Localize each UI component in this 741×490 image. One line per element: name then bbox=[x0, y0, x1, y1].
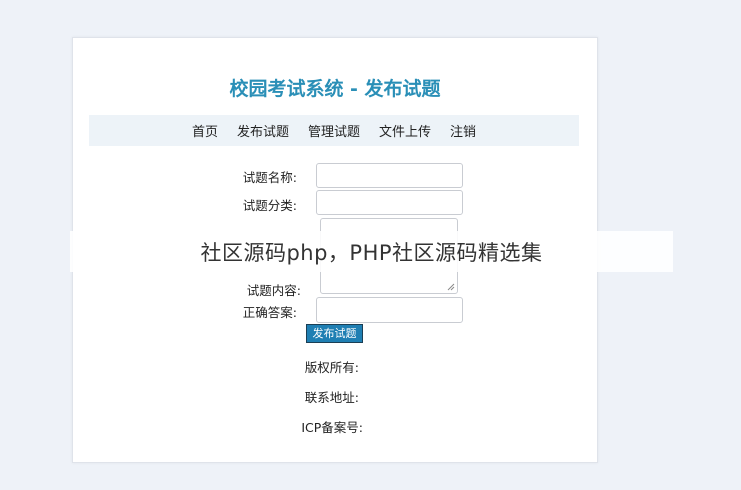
address-label: 联系地址: bbox=[304, 390, 359, 405]
nav-item-manage[interactable]: 管理试题 bbox=[308, 121, 360, 140]
question-category-label: 试题分类: bbox=[242, 198, 297, 213]
question-category-input[interactable] bbox=[316, 190, 463, 215]
publish-question-button[interactable]: 发布试题 bbox=[306, 324, 363, 343]
page-title: 校园考试系统 - 发布试题 bbox=[229, 78, 441, 100]
watermark-caption-text: 社区源码php，PHP社区源码精选集 bbox=[200, 240, 543, 265]
copyright-label: 版权所有: bbox=[304, 360, 359, 375]
nav-item-home[interactable]: 首页 bbox=[192, 121, 218, 140]
resize-grip-icon[interactable] bbox=[447, 283, 455, 291]
nav-bar: 首页 发布试题 管理试题 文件上传 注销 bbox=[89, 115, 579, 146]
watermark-caption: 社区源码php，PHP社区源码精选集 bbox=[70, 231, 673, 272]
nav-item-publish[interactable]: 发布试题 bbox=[237, 121, 289, 140]
correct-answer-input[interactable] bbox=[316, 297, 463, 323]
correct-answer-label: 正确答案: bbox=[242, 305, 297, 320]
question-name-label: 试题名称: bbox=[242, 170, 297, 185]
nav-item-upload[interactable]: 文件上传 bbox=[379, 121, 431, 140]
question-name-input[interactable] bbox=[316, 163, 463, 188]
icp-label: ICP备案号: bbox=[301, 420, 363, 435]
nav-item-logout[interactable]: 注销 bbox=[450, 121, 476, 140]
question-content-label: 试题内容: bbox=[246, 283, 301, 298]
